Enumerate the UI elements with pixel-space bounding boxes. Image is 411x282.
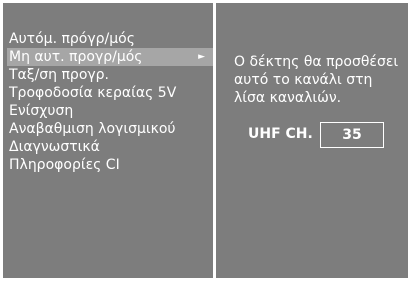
channel-number-field[interactable]: 35 <box>320 122 384 148</box>
menu-item-antenna-power[interactable]: Τροφοδοσία κεραίας 5V <box>7 84 213 102</box>
arrow-right-icon: ► <box>198 52 205 62</box>
message-line: λίσα καναλιών. <box>234 90 342 106</box>
osd-screen: Αυτόμ. πρόγρ/μός Μη αυτ. προγρ/μός ► Ταξ… <box>0 0 411 282</box>
menu-item-manual-tuning[interactable]: Μη αυτ. προγρ/μός ► <box>7 48 213 66</box>
menu-item-booster[interactable]: Ενίσχυση <box>7 102 213 120</box>
menu-item-label: Πληροφορίες CI <box>9 157 120 173</box>
menu-item-auto-tuning[interactable]: Αυτόμ. πρόγρ/μός <box>7 30 213 48</box>
menu-item-label: Ταξ/ση προγρ. <box>9 67 110 83</box>
menu-item-label: Αυτόμ. πρόγρ/μός <box>9 31 135 47</box>
menu-item-label: Αναβαθμιση λογισμικού <box>9 121 176 137</box>
frame-border-left <box>0 0 3 282</box>
menu-item-label: Διαγνωστικά <box>9 139 100 155</box>
menu-item-programme-edit[interactable]: Ταξ/ση προγρ. <box>7 66 213 84</box>
menu-item-label: Ενίσχυση <box>9 103 74 119</box>
message-line: αυτό το κανάλι στη <box>234 72 373 88</box>
manual-tuning-panel: Ο δέκτης θα προσθέσει αυτό το κανάλι στη… <box>216 3 408 278</box>
menu-item-software-update[interactable]: Αναβαθμιση λογισμικού <box>7 120 213 138</box>
menu-item-label: Μη αυτ. προγρ/μός <box>9 49 143 65</box>
channel-label: UHF CH. <box>248 126 313 142</box>
message-line: Ο δέκτης θα προσθέσει <box>234 54 399 70</box>
setup-menu: Αυτόμ. πρόγρ/μός Μη αυτ. προγρ/μός ► Ταξ… <box>7 30 213 174</box>
panel-divider <box>213 0 216 282</box>
frame-border-top <box>0 0 411 3</box>
menu-item-label: Τροφοδοσία κεραίας 5V <box>9 85 177 101</box>
menu-item-diagnostics[interactable]: Διαγνωστικά <box>7 138 213 156</box>
frame-border-bottom <box>0 278 411 282</box>
info-message: Ο δέκτης θα προσθέσει αυτό το κανάλι στη… <box>234 53 410 107</box>
menu-item-ci-information[interactable]: Πληροφορίες CI <box>7 156 213 174</box>
